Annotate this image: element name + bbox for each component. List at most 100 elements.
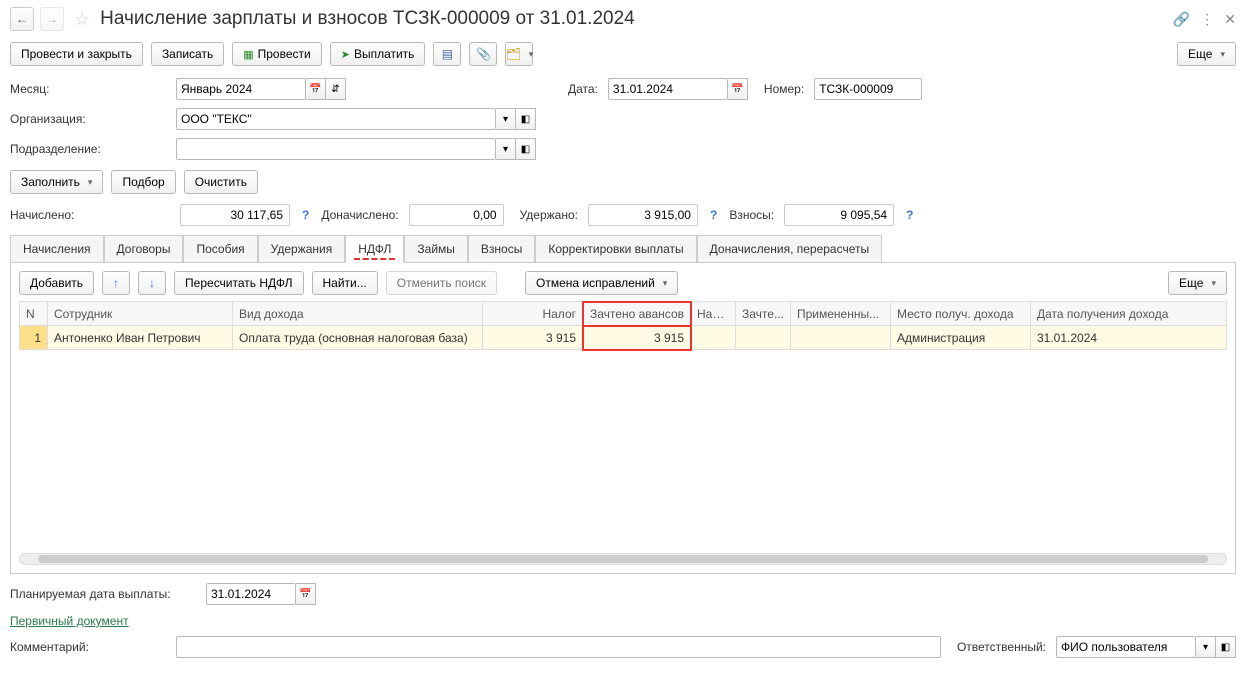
tab-ndfl[interactable]: НДФЛ <box>345 235 404 263</box>
additional-accrued-value <box>409 204 504 226</box>
tab-corrections[interactable]: Корректировки выплаты <box>535 235 696 263</box>
tab-loans[interactable]: Займы <box>404 235 468 263</box>
add-row-button[interactable]: Добавить <box>19 271 94 295</box>
col-income-kind[interactable]: Вид дохода <box>233 302 483 326</box>
nav-back-button[interactable]: ← <box>10 7 34 31</box>
tab-benefits[interactable]: Пособия <box>183 235 257 263</box>
more-menu-button[interactable]: Еще <box>1177 42 1236 66</box>
contributions-label: Взносы: <box>729 208 774 222</box>
titlebar: ← → ☆ Начисление зарплаты и взносов ТСЗК… <box>0 0 1246 38</box>
link-icon[interactable]: 🔗 <box>1173 11 1190 28</box>
col-offset-short[interactable]: Зачте... <box>736 302 791 326</box>
col-n[interactable]: N <box>20 302 48 326</box>
responsible-dropdown-icon[interactable]: ▾ <box>1196 636 1216 658</box>
withheld-help-icon[interactable]: ? <box>710 208 717 222</box>
col-applied[interactable]: Примененны... <box>791 302 891 326</box>
col-tax[interactable]: Налог <box>483 302 583 326</box>
org-open-icon[interactable]: ◧ <box>516 108 536 130</box>
organization-input[interactable] <box>176 108 496 130</box>
date-calendar-icon[interactable]: 📅 <box>728 78 748 100</box>
responsible-open-icon[interactable]: ◧ <box>1216 636 1236 658</box>
cell-place[interactable]: Администрация <box>891 326 1031 350</box>
tab-recalculations[interactable]: Доначисления, перерасчеты <box>697 235 882 263</box>
cell-advance-offset[interactable]: 3 915 <box>583 326 691 350</box>
cell-n[interactable]: 1 <box>20 326 48 350</box>
kebab-menu-icon[interactable]: ⋮ <box>1200 11 1214 28</box>
table-row[interactable]: 1 Антоненко Иван Петрович Оплата труда (… <box>20 326 1227 350</box>
grid-more-button[interactable]: Еще <box>1168 271 1227 295</box>
cell-tax-short[interactable] <box>691 326 736 350</box>
planned-pay-date-label: Планируемая дата выплаты: <box>10 587 200 601</box>
attach-button[interactable]: 📎 <box>469 42 497 66</box>
primary-document-link[interactable]: Первичный документ <box>10 614 129 628</box>
grid-body: N Сотрудник Вид дохода Налог Зачтено ава… <box>19 301 1227 549</box>
month-stepper-icon[interactable]: ⇵ <box>326 78 346 100</box>
clear-button[interactable]: Очистить <box>184 170 258 194</box>
pick-button[interactable]: Подбор <box>111 170 175 194</box>
col-place[interactable]: Место получ. дохода <box>891 302 1031 326</box>
withheld-value <box>588 204 698 226</box>
report-button[interactable]: ▤ <box>433 42 461 66</box>
col-employee[interactable]: Сотрудник <box>48 302 233 326</box>
planned-pay-date-input[interactable] <box>206 583 296 605</box>
fill-actions: Заполнить Подбор Очистить <box>0 164 1246 200</box>
favorite-star-icon[interactable]: ☆ <box>74 9 90 30</box>
post-and-close-button[interactable]: Провести и закрыть <box>10 42 143 66</box>
department-input[interactable] <box>176 138 496 160</box>
organization-label: Организация: <box>10 112 170 126</box>
move-down-button[interactable]: ↓ <box>138 271 166 295</box>
date-input[interactable] <box>608 78 728 100</box>
month-calendar-icon[interactable]: 📅 <box>306 78 326 100</box>
col-advance-offset[interactable]: Зачтено авансов <box>583 302 691 326</box>
comment-label: Комментарий: <box>10 640 170 654</box>
cell-income-kind[interactable]: Оплата труда (основная налоговая база) <box>233 326 483 350</box>
tab-deductions[interactable]: Удержания <box>258 235 346 263</box>
tab-contracts[interactable]: Договоры <box>104 235 184 263</box>
col-income-date[interactable]: Дата получения дохода <box>1031 302 1227 326</box>
cancel-fixes-button[interactable]: Отмена исправлений <box>525 271 678 295</box>
responsible-input[interactable] <box>1056 636 1196 658</box>
withheld-label: Удержано: <box>520 208 578 222</box>
date-label: Дата: <box>568 82 598 96</box>
document-icon: ▤ <box>442 47 453 61</box>
save-button[interactable]: Записать <box>151 42 224 66</box>
arrow-up-icon: ↑ <box>113 276 119 290</box>
cell-applied[interactable] <box>791 326 891 350</box>
contributions-help-icon[interactable]: ? <box>906 208 913 222</box>
col-tax-short[interactable]: Нал... <box>691 302 736 326</box>
row-month-date-number: Месяц: 📅 ⇵ Дата: 📅 Номер: <box>0 74 1246 104</box>
additional-accrued-label: Доначислено: <box>321 208 398 222</box>
accrued-help-icon[interactable]: ? <box>302 208 309 222</box>
tab-accruals[interactable]: Начисления <box>10 235 104 263</box>
tab-contributions[interactable]: Взносы <box>468 235 535 263</box>
cell-income-date[interactable]: 31.01.2024 <box>1031 326 1227 350</box>
extra-actions-button[interactable]: 🗂 <box>505 42 533 66</box>
number-input[interactable] <box>814 78 922 100</box>
find-button[interactable]: Найти... <box>312 271 378 295</box>
cell-employee[interactable]: Антоненко Иван Петрович <box>48 326 233 350</box>
fill-button[interactable]: Заполнить <box>10 170 103 194</box>
close-icon[interactable]: ✕ <box>1224 11 1236 28</box>
responsible-label: Ответственный: <box>957 640 1046 654</box>
cell-offset-short[interactable] <box>736 326 791 350</box>
comment-input[interactable] <box>176 636 941 658</box>
post-button[interactable]: ▦Провести <box>232 42 322 66</box>
cell-tax[interactable]: 3 915 <box>483 326 583 350</box>
cancel-find-button[interactable]: Отменить поиск <box>386 271 497 295</box>
month-label: Месяц: <box>10 82 170 96</box>
move-up-button[interactable]: ↑ <box>102 271 130 295</box>
pay-button[interactable]: ➤Выплатить <box>330 42 426 66</box>
month-input[interactable] <box>176 78 306 100</box>
grid-panel: Добавить ↑ ↓ Пересчитать НДФЛ Найти... О… <box>10 263 1236 574</box>
nav-forward-button[interactable]: → <box>40 7 64 31</box>
ndfl-table[interactable]: N Сотрудник Вид дохода Налог Зачтено ава… <box>19 301 1227 350</box>
summary-row: Начислено: ? Доначислено: Удержано: ? Вз… <box>0 200 1246 234</box>
row-department: Подразделение: ▾ ◧ <box>0 134 1246 164</box>
dept-dropdown-icon[interactable]: ▾ <box>496 138 516 160</box>
org-dropdown-icon[interactable]: ▾ <box>496 108 516 130</box>
recalc-ndfl-button[interactable]: Пересчитать НДФЛ <box>174 271 303 295</box>
dept-open-icon[interactable]: ◧ <box>516 138 536 160</box>
horizontal-scrollbar[interactable] <box>19 553 1227 565</box>
paperclip-icon: 📎 <box>476 47 491 61</box>
planned-pay-calendar-icon[interactable]: 📅 <box>296 583 316 605</box>
